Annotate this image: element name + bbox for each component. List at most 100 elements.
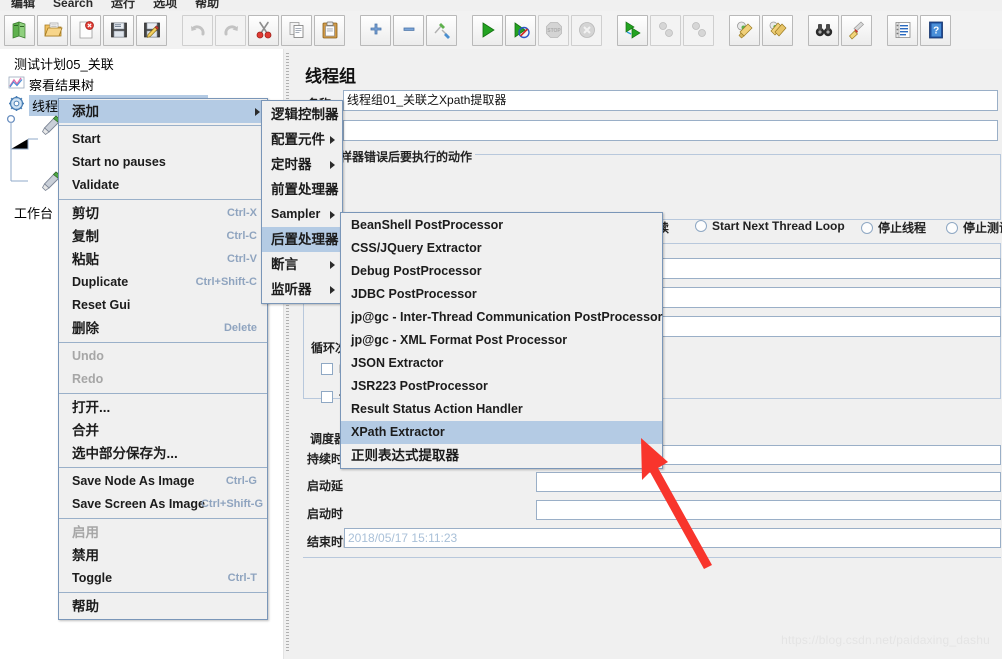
menu-item-merge[interactable]: 合并: [59, 419, 267, 442]
submenu-item-label: 配置元件: [271, 132, 325, 147]
tree-node-view-results-tree[interactable]: 察看结果树: [8, 74, 94, 94]
submenu-item-config-element[interactable]: 配置元件: [262, 127, 342, 152]
copy-icon[interactable]: [281, 14, 312, 46]
submenu-item-pre-processor[interactable]: 前置处理器: [262, 177, 342, 202]
help-icon[interactable]: ?: [920, 14, 951, 46]
checkbox-box: [321, 363, 333, 375]
menu-item-css-jquery-extractor[interactable]: CSS/JQuery Extractor: [341, 237, 662, 260]
post-processor-submenu[interactable]: BeanShell PostProcessor CSS/JQuery Extra…: [340, 212, 663, 469]
menu-item-start-no-pauses[interactable]: Start no pauses: [59, 151, 267, 174]
save-as-icon[interactable]: [136, 14, 167, 46]
add-submenu[interactable]: 逻辑控制器 配置元件 定时器 前置处理器 Sampler 后置处理器 断言 监听…: [261, 100, 343, 304]
tree-node-label: 工作台: [14, 205, 54, 221]
toolbar-group-edit: [178, 14, 349, 46]
menu-item-save-screen-as-image[interactable]: Save Screen As Image Ctrl+Shift-G: [59, 493, 267, 516]
menu-item-duplicate[interactable]: Duplicate Ctrl+Shift-C: [59, 271, 267, 294]
open-folder-icon[interactable]: [37, 14, 68, 46]
menu-item-json-extractor[interactable]: JSON Extractor: [341, 352, 662, 375]
menu-item-label: Undo: [72, 349, 104, 363]
submenu-item-assertion[interactable]: 断言: [262, 252, 342, 277]
menu-item-label: Debug PostProcessor: [351, 264, 482, 278]
menu-item-label: 帮助: [72, 599, 99, 614]
remote-stop-all-icon: [650, 14, 681, 46]
menu-item-debug-postprocessor[interactable]: Debug PostProcessor: [341, 260, 662, 283]
menu-item-paste[interactable]: 粘贴 Ctrl-V: [59, 248, 267, 271]
submenu-item-post-processor[interactable]: 后置处理器: [262, 227, 342, 252]
start-no-pauses-icon[interactable]: [505, 14, 536, 46]
submenu-item-label: 断言: [271, 257, 298, 272]
menu-item-start[interactable]: Start: [59, 128, 267, 151]
tree-node-workbench[interactable]: 工作台: [0, 202, 53, 222]
menu-item-reset-gui[interactable]: Reset Gui: [59, 294, 267, 317]
menu-item-delete[interactable]: 删除 Delete: [59, 317, 267, 340]
clear-all-icon[interactable]: [762, 14, 793, 46]
radio-dot: [946, 221, 958, 234]
menu-item-toggle[interactable]: Toggle Ctrl-T: [59, 567, 267, 590]
toggle-icon[interactable]: [426, 14, 457, 46]
name-input[interactable]: 线程组01_关联之Xpath提取器: [343, 90, 998, 111]
menu-item-label: jp@gc - XML Format Post Processor: [351, 333, 568, 347]
menu-item-label: JSON Extractor: [351, 356, 444, 370]
menu-separator: [59, 393, 267, 394]
remote-start-all-icon[interactable]: [617, 14, 648, 46]
submenu-item-sampler[interactable]: Sampler: [262, 202, 342, 227]
menu-item-xml-format-post-processor[interactable]: jp@gc - XML Format Post Processor: [341, 329, 662, 352]
comments-input[interactable]: [343, 120, 998, 141]
new-test-plan-icon[interactable]: [4, 14, 35, 46]
clear-icon[interactable]: [729, 14, 760, 46]
menu-item-open[interactable]: 打开...: [59, 396, 267, 419]
menu-item-add[interactable]: 添加: [59, 100, 267, 123]
radio-start-next-thread-loop[interactable]: Start Next Thread Loop: [695, 219, 845, 233]
function-helper-icon[interactable]: [887, 14, 918, 46]
menu-item-label: BeanShell PostProcessor: [351, 218, 504, 232]
svg-text:?: ?: [933, 26, 939, 37]
menu-item-label: CSS/JQuery Extractor: [351, 241, 482, 255]
context-menu[interactable]: 添加 Start Start no pauses Validate 剪切 Ctr…: [58, 98, 268, 620]
close-document-icon[interactable]: [70, 14, 101, 46]
menu-item-label: 剪切: [72, 206, 99, 221]
menu-item-label: Start: [72, 132, 101, 146]
test-plan-icon: [0, 54, 10, 73]
menu-item-accel: Ctrl-G: [225, 475, 257, 487]
paste-icon[interactable]: [314, 14, 345, 46]
menu-item-label: JSR223 PostProcessor: [351, 379, 488, 393]
menu-item-save-node-as-image[interactable]: Save Node As Image Ctrl-G: [59, 470, 267, 493]
start-time-input[interactable]: [536, 500, 1001, 520]
menu-item-copy[interactable]: 复制 Ctrl-C: [59, 225, 267, 248]
menu-item-jsr223-postprocessor[interactable]: JSR223 PostProcessor: [341, 375, 662, 398]
menu-item-result-status-action-handler[interactable]: Result Status Action Handler: [341, 398, 662, 421]
cut-icon[interactable]: [248, 14, 279, 46]
menu-item-accel: Ctrl+Shift-C: [195, 276, 257, 288]
menu-item-disable[interactable]: 禁用: [59, 544, 267, 567]
submenu-item-label: 监听器: [271, 282, 312, 297]
menu-item-beanshell-postprocessor[interactable]: BeanShell PostProcessor: [341, 214, 662, 237]
start-icon[interactable]: [472, 14, 503, 46]
radio-stop-thread[interactable]: 停止线程: [861, 219, 926, 236]
menu-item-regular-expression-extractor[interactable]: 正则表达式提取器: [341, 444, 662, 467]
save-icon[interactable]: [103, 14, 134, 46]
expand-all-icon[interactable]: [360, 14, 391, 46]
menu-item-help[interactable]: 帮助: [59, 595, 267, 618]
menu-item-jdbc-postprocessor[interactable]: JDBC PostProcessor: [341, 283, 662, 306]
menu-item-label: 正则表达式提取器: [351, 448, 459, 463]
menu-item-cut[interactable]: 剪切 Ctrl-X: [59, 202, 267, 225]
menu-item-validate[interactable]: Validate: [59, 174, 267, 197]
radio-stop-test[interactable]: 停止测试: [946, 219, 1002, 236]
menu-item-label: Validate: [72, 178, 120, 192]
startup-delay-input[interactable]: [536, 472, 1001, 492]
tree-node-test-plan[interactable]: 测试计划05_关联: [0, 53, 114, 73]
reset-search-icon[interactable]: [841, 14, 872, 46]
chevron-right-icon: [255, 107, 260, 116]
menu-item-accel: Ctrl-T: [227, 572, 257, 584]
search-binoculars-icon[interactable]: [808, 14, 839, 46]
menu-item-accel: Ctrl+Shift-G: [200, 498, 263, 510]
submenu-item-timer[interactable]: 定时器: [262, 152, 342, 177]
submenu-item-listener[interactable]: 监听器: [262, 277, 342, 302]
menu-item-redo: Redo: [59, 368, 267, 391]
submenu-item-logic-controller[interactable]: 逻辑控制器: [262, 102, 342, 127]
collapse-all-icon[interactable]: [393, 14, 424, 46]
end-time-input[interactable]: 2018/05/17 15:11:23: [344, 528, 1001, 548]
menu-item-save-selection-as[interactable]: 选中部分保存为...: [59, 442, 267, 465]
menu-item-xpath-extractor[interactable]: XPath Extractor: [341, 421, 662, 444]
menu-item-inter-thread-communication-postprocessor[interactable]: jp@gc - Inter-Thread Communication PostP…: [341, 306, 663, 329]
